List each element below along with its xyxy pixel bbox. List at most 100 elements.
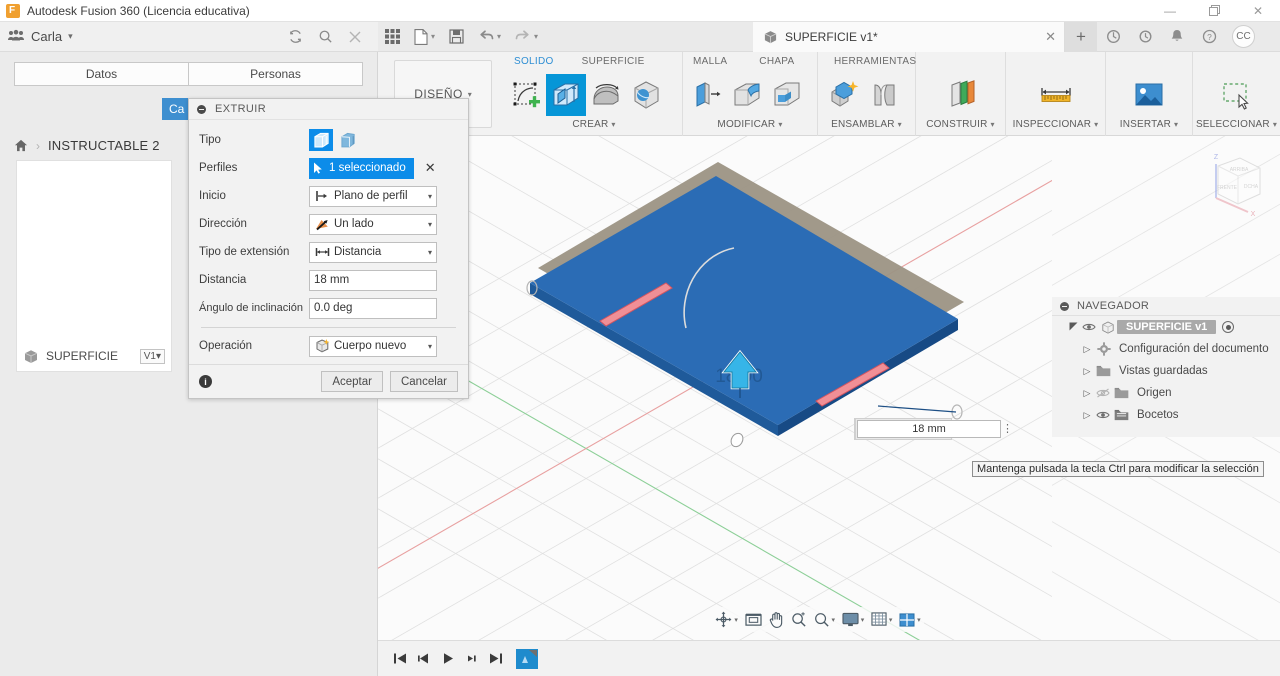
extrude-distance-input[interactable]: 18 mm bbox=[309, 269, 437, 291]
press-pull-icon[interactable] bbox=[687, 74, 727, 116]
new-file-icon[interactable]: ▾ bbox=[407, 22, 442, 52]
help-icon[interactable]: ? bbox=[1193, 22, 1225, 52]
history-icon[interactable] bbox=[1129, 22, 1161, 52]
cancel-button[interactable]: Cancelar bbox=[389, 371, 458, 392]
sphere-icon[interactable] bbox=[626, 74, 666, 116]
viewports-icon[interactable]: ▾ bbox=[899, 612, 921, 627]
revolve-icon[interactable] bbox=[586, 74, 626, 116]
dimension-options-icon[interactable]: ⋮ bbox=[1002, 423, 1013, 434]
joint-icon[interactable] bbox=[864, 74, 904, 116]
zoom-window-icon[interactable]: ▾ bbox=[814, 612, 836, 628]
refresh-job-icon[interactable] bbox=[1097, 22, 1129, 52]
new-sketch-icon[interactable] bbox=[506, 74, 546, 116]
ribbon-subtab-solido[interactable]: SOLIDO bbox=[508, 56, 560, 72]
activate-component-radio[interactable] bbox=[1222, 321, 1235, 333]
new-component-icon[interactable] bbox=[824, 74, 864, 116]
extrude-profiles-selection[interactable]: 1 seleccionado bbox=[309, 157, 414, 179]
clear-selection-icon[interactable]: ✕ bbox=[425, 160, 436, 176]
zoom-window-chevron-down-icon[interactable]: ▾ bbox=[832, 616, 836, 624]
viewports-chevron-down-icon[interactable]: ▾ bbox=[917, 616, 921, 624]
close-panel-icon[interactable] bbox=[340, 22, 370, 52]
dimension-input[interactable] bbox=[857, 420, 1001, 438]
ribbon-group-ensamblar-footer[interactable]: ENSAMBLAR ▾ bbox=[818, 116, 915, 132]
document-version-selector[interactable]: V1▾ bbox=[139, 348, 165, 364]
document-tab-close-icon[interactable]: ✕ bbox=[1035, 29, 1056, 45]
extrude-taper-icon[interactable] bbox=[336, 129, 360, 151]
navigator-item-saved-views[interactable]: ▷ Vistas guardadas bbox=[1052, 360, 1280, 382]
minimize-button[interactable]: — bbox=[1148, 0, 1192, 22]
extrude-icon[interactable] bbox=[546, 74, 586, 116]
ribbon-subtab-herramientas[interactable]: HERRAMIENTAS bbox=[828, 56, 922, 72]
fillet-icon[interactable] bbox=[727, 74, 767, 116]
notifications-bell-icon[interactable] bbox=[1161, 22, 1193, 52]
pan-icon[interactable] bbox=[768, 611, 784, 628]
document-card[interactable]: SUPERFICIE V1▾ bbox=[16, 160, 172, 372]
team-name[interactable]: Carla bbox=[31, 29, 62, 44]
extrude-taper-angle-input[interactable]: 0.0 deg bbox=[309, 297, 437, 319]
collapse-triangle-icon[interactable] bbox=[1066, 321, 1080, 334]
team-chevron-down-icon[interactable]: ▾ bbox=[68, 31, 73, 42]
undo-icon[interactable]: ▾ bbox=[471, 22, 508, 52]
selection-window-icon[interactable] bbox=[1217, 74, 1257, 116]
visibility-eye-icon[interactable] bbox=[1080, 322, 1098, 332]
ribbon-group-construir-footer[interactable]: CONSTRUIR ▾ bbox=[916, 116, 1005, 132]
new-file-chevron-down-icon[interactable]: ▾ bbox=[431, 32, 435, 41]
document-tab[interactable]: SUPERFICIE v1* ✕ bbox=[753, 21, 1065, 52]
navigator-collapse-icon[interactable] bbox=[1060, 301, 1069, 311]
expand-triangle-icon[interactable]: ▷ bbox=[1080, 344, 1094, 355]
close-button[interactable]: ✕ bbox=[1236, 0, 1280, 22]
extrude-dialog[interactable]: EXTRUIR Tipo Perfiles 1 seleccionado ✕ I… bbox=[188, 98, 469, 399]
navigator-item-sketches[interactable]: ▷ Bocetos bbox=[1052, 404, 1280, 426]
navigator-item-document-settings[interactable]: ▷ Configuración del documento bbox=[1052, 338, 1280, 360]
extrude-solid-icon[interactable] bbox=[309, 129, 333, 151]
offset-plane-icon[interactable] bbox=[941, 74, 981, 116]
info-icon[interactable]: i bbox=[199, 375, 212, 388]
maximize-button[interactable] bbox=[1192, 0, 1236, 22]
refresh-icon[interactable] bbox=[280, 22, 310, 52]
extrude-dialog-header[interactable]: EXTRUIR bbox=[189, 99, 468, 120]
ribbon-group-seleccionar-footer[interactable]: SELECCIONAR ▾ bbox=[1193, 116, 1280, 132]
insert-image-icon[interactable] bbox=[1129, 74, 1169, 116]
extrude-start-dropdown[interactable]: Plano de perfil ▾ bbox=[309, 185, 437, 207]
search-icon[interactable] bbox=[310, 22, 340, 52]
canvas-dimension-field[interactable]: ⋮ bbox=[854, 418, 1013, 440]
extrude-direction-dropdown[interactable]: Un lado ▾ bbox=[309, 213, 437, 235]
go-to-end-icon[interactable] bbox=[484, 646, 508, 672]
visibility-eye-icon[interactable] bbox=[1094, 410, 1112, 420]
save-icon[interactable] bbox=[442, 22, 471, 52]
redo-icon[interactable]: ▾ bbox=[508, 22, 545, 52]
play-icon[interactable] bbox=[436, 646, 460, 672]
ribbon-group-crear-footer[interactable]: CREAR ▾ bbox=[506, 116, 682, 132]
grid-chevron-down-icon[interactable]: ▾ bbox=[889, 616, 893, 624]
redo-chevron-down-icon[interactable]: ▾ bbox=[534, 32, 538, 41]
navigator-item-origin[interactable]: ▷ Origen bbox=[1052, 382, 1280, 404]
ribbon-subtab-malla[interactable]: MALLA bbox=[687, 56, 733, 72]
look-at-icon[interactable] bbox=[744, 612, 762, 627]
zoom-icon[interactable] bbox=[791, 611, 807, 628]
extrude-extent-dropdown[interactable]: Distancia ▾ bbox=[309, 241, 437, 263]
expand-triangle-icon[interactable]: ▷ bbox=[1080, 410, 1094, 421]
shell-icon[interactable] bbox=[767, 74, 807, 116]
viewport-3d[interactable]: 18.00 bbox=[378, 136, 1052, 640]
navigator-root-row[interactable]: SUPERFICIE v1 bbox=[1052, 316, 1280, 338]
view-cube[interactable]: ARRIBA FRENTE DCHA Z X bbox=[1196, 146, 1272, 222]
visibility-eye-off-icon[interactable] bbox=[1094, 388, 1112, 398]
expand-triangle-icon[interactable]: ▷ bbox=[1080, 366, 1094, 377]
accept-button[interactable]: Aceptar bbox=[321, 371, 383, 392]
ribbon-subtab-superficie[interactable]: SUPERFICIE bbox=[576, 56, 651, 72]
tab-personas[interactable]: Personas bbox=[189, 62, 363, 86]
ribbon-group-modificar-footer[interactable]: MODIFICAR ▾ bbox=[683, 116, 817, 132]
display-settings-icon[interactable]: ▾ bbox=[842, 612, 864, 627]
tab-datos[interactable]: Datos bbox=[14, 62, 189, 86]
ribbon-subtab-chapa[interactable]: CHAPA bbox=[753, 56, 800, 72]
go-to-start-icon[interactable] bbox=[388, 646, 412, 672]
avatar[interactable]: CC bbox=[1232, 25, 1255, 48]
expand-triangle-icon[interactable]: ▷ bbox=[1080, 388, 1094, 399]
undo-chevron-down-icon[interactable]: ▾ bbox=[497, 32, 501, 41]
dimension-field-grip[interactable] bbox=[855, 419, 856, 439]
grid-apps-icon[interactable] bbox=[378, 22, 407, 52]
grid-snaps-icon[interactable]: ▾ bbox=[871, 612, 893, 627]
home-icon[interactable] bbox=[14, 139, 28, 152]
measure-icon[interactable] bbox=[1036, 74, 1076, 116]
orbit-chevron-down-icon[interactable]: ▾ bbox=[734, 616, 738, 624]
